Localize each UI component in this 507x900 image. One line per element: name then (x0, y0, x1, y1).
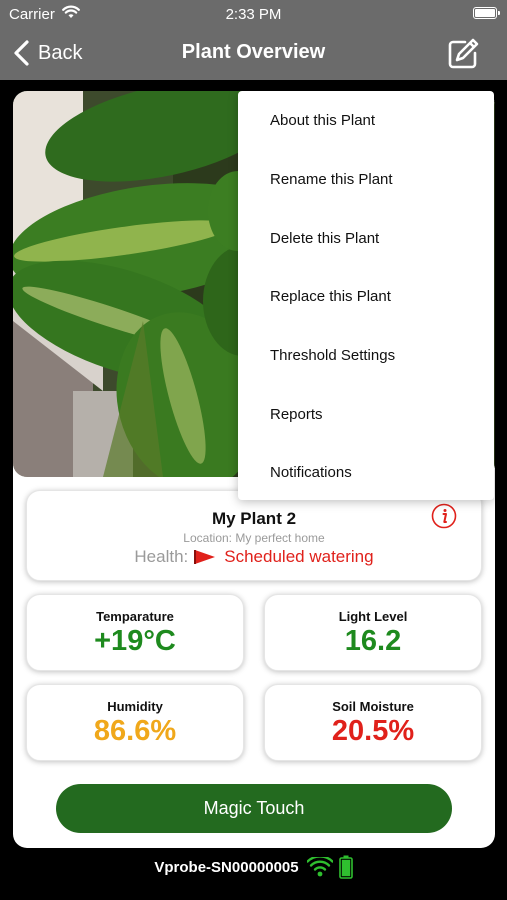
plant-info-card: My Plant 2 Location: My perfect home Hea… (26, 490, 482, 581)
light-level-card: Light Level 16.2 (264, 594, 482, 671)
device-wifi-icon (306, 857, 333, 877)
device-name: Vprobe-SN00000005 (154, 858, 299, 876)
flag-icon (194, 550, 216, 564)
edit-icon[interactable] (445, 36, 481, 72)
metric-value: 20.5% (331, 715, 415, 747)
plant-location: Location: My perfect home (183, 531, 325, 545)
battery-icon (473, 7, 500, 19)
device-battery-icon (338, 855, 353, 879)
menu-item-delete[interactable]: Delete this Plant (270, 230, 379, 247)
metric-value: 16.2 (344, 625, 402, 657)
menu-item-reports[interactable]: Reports (270, 406, 323, 423)
health-label: Health: (134, 547, 189, 566)
status-bar: Carrier 2:33 PM (0, 0, 507, 28)
temperature-card: Temparature +19°C (26, 594, 244, 671)
menu-item-threshold-settings[interactable]: Threshold Settings (270, 347, 395, 364)
clock: 2:33 PM (225, 6, 282, 23)
page-title: Plant Overview (181, 41, 326, 63)
plant-name: My Plant 2 (211, 509, 297, 528)
humidity-card: Humidity 86.6% (26, 684, 244, 761)
magic-touch-button[interactable]: Magic Touch (56, 784, 452, 833)
soil-moisture-card: Soil Moisture 20.5% (264, 684, 482, 761)
navigation-bar: Back Plant Overview (0, 28, 507, 80)
health-row: Health: Scheduled watering (27, 547, 481, 567)
menu-item-replace[interactable]: Replace this Plant (270, 288, 391, 305)
metric-value: 86.6% (93, 715, 177, 747)
metric-label: Soil Moisture (332, 699, 414, 714)
info-icon[interactable] (431, 503, 457, 529)
menu-item-rename[interactable]: Rename this Plant (270, 171, 393, 188)
metric-label: Light Level (338, 609, 408, 624)
metric-value: +19°C (94, 625, 176, 657)
plant-options-menu: About this Plant Rename this Plant Delet… (238, 91, 494, 500)
health-status: Scheduled watering (224, 547, 374, 566)
device-status: Vprobe-SN00000005 (0, 854, 507, 880)
metric-label: Humidity (107, 699, 163, 714)
metric-label: Temparature (96, 609, 174, 624)
menu-item-notifications[interactable]: Notifications (270, 464, 352, 481)
menu-item-about[interactable]: About this Plant (270, 112, 375, 129)
